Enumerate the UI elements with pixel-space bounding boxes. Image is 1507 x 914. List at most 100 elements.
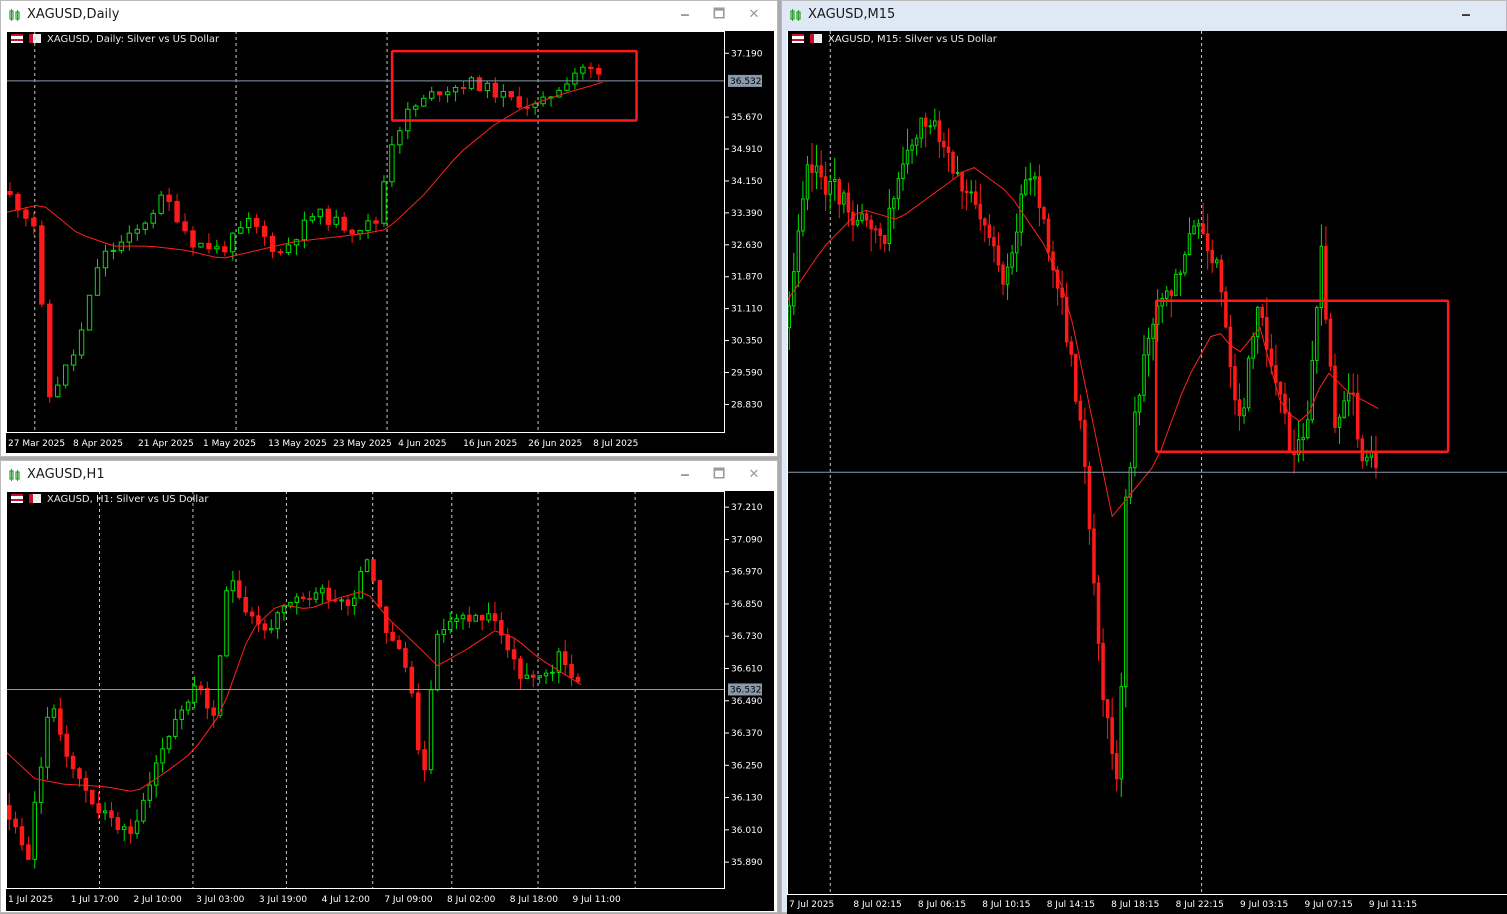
candle-body [224,590,229,657]
candle-body [1033,176,1037,180]
candle-body [277,251,284,254]
candle-body [883,234,887,245]
y-tick-label: 37.090 [731,535,763,545]
highlight-box [1154,299,1450,453]
window-titlebar[interactable]: XAGUSD,Daily 🗕 🗖 ✕ [1,1,777,29]
candle-body [556,651,562,673]
y-tick-label: 37.190 [731,49,763,59]
candle-body [1137,394,1142,413]
candle-body [39,225,45,305]
candle-body [531,674,536,678]
candle-body [1201,223,1205,235]
candle-body [294,596,300,604]
candle-body [147,784,153,801]
candle-body [1101,642,1105,701]
candle-body [102,810,108,814]
candle-body [1301,437,1305,441]
close-button[interactable]: ✕ [746,7,762,23]
candle-body [249,611,255,617]
close-button[interactable]: ✕ [746,467,762,483]
candle-body [245,218,252,229]
minimize-button[interactable]: 🗕 [1458,7,1474,23]
x-axis-label: 9 Jul 03:15 [1240,900,1288,910]
candle-body [413,105,419,110]
candlestick-icon [9,469,20,481]
minimize-button[interactable]: 🗕 [677,7,693,23]
window-title: XAGUSD,H1 [27,467,105,482]
candle-body [349,229,355,235]
chart-window-h1[interactable]: XAGUSD,H1 🗕 🗖 ✕ XAGUSD, H1: Silver vs US… [0,460,778,913]
window-titlebar[interactable]: XAGUSD,H1 🗕 🗖 ✕ [1,461,777,489]
candle-body [435,633,440,691]
candle-body [905,149,910,165]
candle-body [942,140,946,148]
candle-body [447,620,453,631]
candle-body [384,606,389,633]
candle-body [6,805,12,820]
candle-body [313,592,319,600]
candle-body [1192,225,1196,235]
candle-body [237,580,242,598]
candle-body [823,176,828,195]
x-axis-label: 26 Jun 2025 [528,439,582,449]
candle-body [1092,528,1096,584]
minimize-button[interactable]: 🗕 [677,467,693,483]
candle-body [901,163,905,180]
window-titlebar[interactable]: XAGUSD,M15 🗕 [782,1,1506,29]
candle-body [102,250,109,269]
x-axis-label: 1 May 2025 [203,439,256,449]
price-chart[interactable]: XAGUSD, H1: Silver vs US Dollar 37.210 37… [6,491,774,911]
candle-body [887,207,892,245]
candle-body [983,218,987,226]
candle-body [537,675,542,678]
x-axis-label: 3 Jul 19:00 [259,895,308,905]
x-axis-label: 16 Jun 2025 [463,439,517,449]
candle-body [562,651,568,666]
x-axis-label: 27 Mar 2025 [8,439,65,449]
candle-body [160,748,165,764]
candle-body [1274,365,1278,383]
candle-body [892,198,896,209]
candle-body [1305,419,1310,439]
candle-body [1074,353,1078,402]
candle-body [914,137,919,146]
x-axis-label: 1 Jul 17:00 [71,895,120,905]
maximize-button[interactable]: 🗖 [711,7,727,23]
candle-body [1224,291,1228,328]
candle-body [31,217,37,227]
price-chart[interactable]: XAGUSD, Daily: Silver vs US Dollar 37.19… [6,31,774,453]
candle-body [1237,399,1242,417]
maximize-button[interactable]: 🗖 [711,467,727,483]
candle-body [150,212,156,224]
candle-body [83,777,89,791]
candle-body [1042,207,1046,220]
candle-body [182,221,188,232]
candle-body [919,117,923,139]
chart-window-m15[interactable]: XAGUSD,M15 🗕 XAGUSD, M15: Silver vs US D… [781,0,1507,914]
candle-body [70,354,77,366]
candle-body [1337,416,1342,428]
x-axis-label: 7 Jul 2025 [789,900,834,910]
candle-body [205,688,210,709]
candle-body [1124,496,1128,688]
candle-body [1164,290,1169,299]
candle-body [198,685,204,690]
price-chart[interactable]: XAGUSD, M15: Silver vs US Dollar 7 Jul 2… [787,31,1507,914]
candle-body [7,190,13,195]
candle-body [134,228,140,234]
candle-body [1310,359,1315,421]
candle-body [317,208,323,218]
chart-window-daily[interactable]: XAGUSD,Daily 🗕 🗖 ✕ XAGUSD, Daily: Silver… [0,0,778,457]
candle-body [1169,290,1174,296]
candle-body [964,190,969,194]
candle-body [390,631,395,641]
x-axis-label: 8 Jul 10:15 [982,900,1030,910]
candle-body [243,596,248,613]
candle-body [500,90,506,98]
candle-body [396,639,402,650]
candle-body [946,146,951,153]
candle-body [1233,366,1237,401]
candle-body [217,655,223,716]
candle-body [19,826,25,846]
candlestick-icon [790,9,801,21]
